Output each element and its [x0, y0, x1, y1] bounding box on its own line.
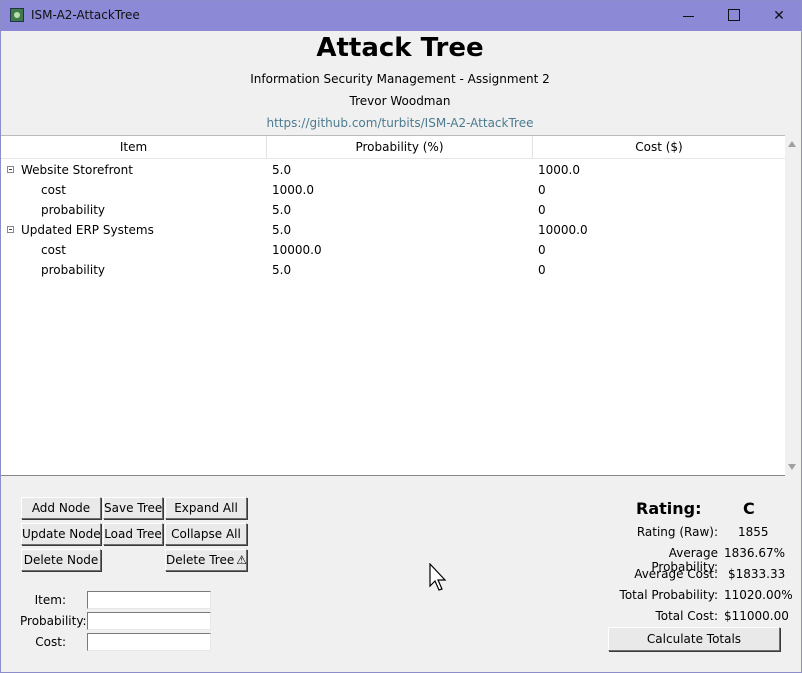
probability-label: Probability:	[20, 614, 87, 628]
column-header-cost[interactable]: Cost ($)	[533, 136, 785, 158]
average-probability-value: 1836.67%	[724, 546, 786, 560]
row-probability: 10000.0	[272, 243, 322, 257]
row-probability: 5.0	[272, 263, 292, 277]
row-item: cost	[41, 183, 66, 197]
collapse-toggle-icon[interactable]	[7, 166, 14, 173]
row-cost: 0	[538, 183, 546, 197]
cost-label: Cost:	[35, 635, 66, 649]
tree-header: Item Probability (%) Cost ($)	[1, 136, 785, 159]
calculate-totals-button[interactable]: Calculate Totals	[608, 627, 780, 651]
row-item: probability	[41, 263, 106, 277]
row-cost: 0	[538, 263, 546, 277]
delete-node-button[interactable]: Delete Node	[21, 549, 101, 571]
minimize-button[interactable]	[665, 1, 711, 31]
page-subtitle: Information Security Management - Assign…	[250, 72, 550, 86]
rating-raw-value: 1855	[738, 525, 769, 539]
row-cost: 10000.0	[538, 223, 588, 237]
title-bar[interactable]: ISM-A2-AttackTree ✕	[1, 1, 801, 31]
close-icon: ✕	[773, 8, 785, 24]
row-probability: 5.0	[272, 203, 292, 217]
rating-grade: C	[743, 499, 755, 518]
update-node-button[interactable]: Update Node	[21, 523, 101, 545]
row-cost: 0	[538, 243, 546, 257]
author-name: Trevor Woodman	[349, 94, 451, 108]
total-cost-value: $11000.00	[724, 609, 789, 623]
row-item: Website Storefront	[21, 163, 133, 177]
row-cost: 0	[538, 203, 546, 217]
row-probability: 1000.0	[272, 183, 314, 197]
repo-link[interactable]: https://github.com/turbits/ISM-A2-Attack…	[0, 116, 800, 130]
collapse-all-button[interactable]: Collapse All	[165, 523, 247, 545]
row-item: cost	[41, 243, 66, 257]
item-input[interactable]	[87, 591, 211, 609]
row-probability: 5.0	[272, 223, 292, 237]
scroll-down-icon[interactable]	[788, 464, 796, 470]
average-cost-label: Average Cost:	[634, 567, 718, 581]
minimize-icon	[682, 15, 694, 17]
collapse-toggle-icon[interactable]	[7, 226, 14, 233]
cost-input[interactable]	[87, 633, 211, 651]
tree-row-node[interactable]: Website Storefront 5.0 1000.0	[1, 160, 785, 180]
window-title: ISM-A2-AttackTree	[31, 8, 140, 22]
scroll-up-icon[interactable]	[788, 141, 796, 147]
tree-row-child[interactable]: probability 5.0 0	[1, 260, 785, 280]
delete-tree-button[interactable]: Delete Tree ⚠	[165, 549, 247, 571]
rating-raw-label: Rating (Raw):	[636, 525, 718, 539]
row-item: Updated ERP Systems	[21, 223, 154, 237]
rating-label: Rating:	[636, 499, 702, 518]
delete-tree-label: Delete Tree	[166, 553, 235, 567]
close-button[interactable]: ✕	[756, 1, 802, 31]
column-header-item[interactable]: Item	[1, 136, 267, 158]
total-probability-value: 11020.00%	[724, 588, 793, 602]
maximize-icon	[728, 9, 740, 21]
tree-scrollbar[interactable]	[785, 135, 799, 474]
column-header-probability[interactable]: Probability (%)	[267, 136, 533, 158]
load-tree-button[interactable]: Load Tree	[103, 523, 163, 545]
add-node-button[interactable]: Add Node	[21, 497, 101, 519]
expand-all-button[interactable]: Expand All	[165, 497, 247, 519]
tree-row-child[interactable]: cost 10000.0 0	[1, 240, 785, 260]
row-cost: 1000.0	[538, 163, 580, 177]
row-item: probability	[41, 203, 106, 217]
attack-tree-view[interactable]: Item Probability (%) Cost ($) Website St…	[1, 135, 785, 476]
row-probability: 5.0	[272, 163, 292, 177]
tree-row-child[interactable]: probability 5.0 0	[1, 200, 785, 220]
tree-row-node[interactable]: Updated ERP Systems 5.0 10000.0	[1, 220, 785, 240]
tree-rows: Website Storefront 5.0 1000.0 cost 1000.…	[1, 160, 785, 280]
total-cost-label: Total Cost:	[655, 609, 718, 623]
probability-input[interactable]	[87, 612, 211, 630]
total-probability-label: Total Probability:	[619, 588, 718, 602]
tree-row-child[interactable]: cost 1000.0 0	[1, 180, 785, 200]
page-title: Attack Tree	[316, 33, 484, 63]
maximize-button[interactable]	[711, 1, 757, 31]
save-tree-button[interactable]: Save Tree	[103, 497, 163, 519]
item-label: Item:	[34, 593, 66, 607]
app-icon	[10, 8, 24, 22]
average-cost-value: $1833.33	[728, 567, 786, 581]
mouse-cursor-icon	[429, 563, 447, 591]
warning-icon: ⚠	[236, 553, 248, 567]
